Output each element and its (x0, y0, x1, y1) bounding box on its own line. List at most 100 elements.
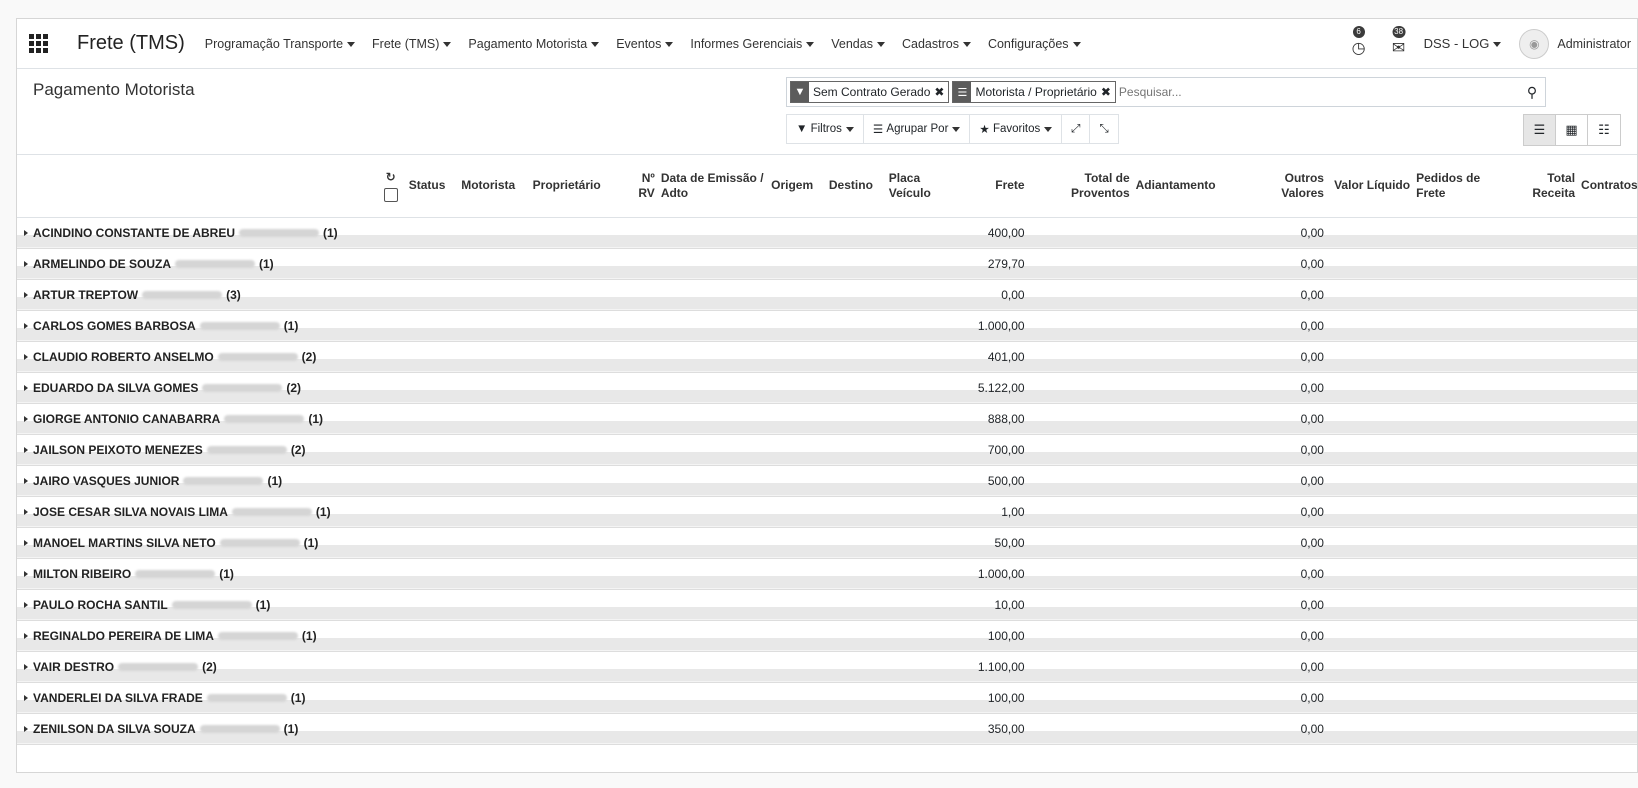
redacted-document (175, 260, 255, 269)
outros-total: 0,00 (1237, 279, 1327, 311)
group-row[interactable]: JAIRO VASQUES JUNIOR (1) 500,00 0,00 (17, 465, 1637, 497)
empty-cell (1132, 620, 1238, 652)
empty-cell (1326, 496, 1414, 528)
menu-item[interactable]: Vendas (831, 37, 885, 51)
group-row[interactable]: MANOEL MARTINS SILVA NETO (1) 50,00 0,00 (17, 527, 1637, 559)
col-status[interactable]: Status (405, 155, 459, 218)
group-count: (2) (286, 380, 302, 395)
groupby-button[interactable]: ☰ Agrupar Por (864, 115, 971, 143)
activity-clock-icon[interactable]: 6 ◷ (1344, 24, 1374, 64)
empty-cell (1027, 465, 1133, 497)
group-row[interactable]: REGINALDO PEREIRA DE LIMA (1) 100,00 0,00 (17, 620, 1637, 652)
group-row[interactable]: JAILSON PEIXOTO MENEZES (2) 700,00 0,00 (17, 434, 1637, 466)
empty-cell (405, 496, 459, 528)
empty-cell (1578, 589, 1637, 621)
user-avatar[interactable]: ◉ (1519, 28, 1550, 59)
apps-menu-icon[interactable] (27, 33, 49, 55)
col-data[interactable]: Data de Emissão / Adto (657, 155, 769, 218)
col-adiantamento[interactable]: Adiantamento (1132, 155, 1238, 218)
select-all-checkbox[interactable] (383, 187, 398, 202)
search-bar[interactable]: ▼ Sem Contrato Gerado ✖ ☰ Motorista / Pr… (786, 77, 1546, 107)
search-input[interactable] (1118, 85, 1522, 99)
menu-item[interactable]: Eventos (616, 37, 674, 51)
company-switcher[interactable]: DSS - LOG (1424, 36, 1502, 51)
group-row[interactable]: GIORGE ANTONIO CANABARRA (1) 888,00 0,00 (17, 403, 1637, 435)
empty-cell (768, 403, 826, 435)
app-title[interactable]: Frete (TMS) (77, 32, 185, 55)
collapse-all-button[interactable]: ⤡ (1090, 115, 1117, 143)
empty-cell (825, 434, 886, 466)
group-row[interactable]: PAULO ROCHA SANTIL (1) 10,00 0,00 (17, 589, 1637, 621)
group-row[interactable]: CARLOS GOMES BARBOSA (1) 1.000,00 0,00 (17, 310, 1637, 342)
col-nrv[interactable]: Nº RV (628, 155, 658, 218)
empty-cell (885, 248, 955, 280)
group-row[interactable]: CLAUDIO ROBERTO ANSELMO (2) 401,00 0,00 (17, 341, 1637, 373)
empty-cell (458, 372, 530, 404)
remove-facet-icon[interactable]: ✖ (1101, 85, 1115, 99)
empty-cell (1132, 465, 1238, 497)
group-count: (1) (315, 504, 331, 519)
empty-cell (885, 465, 955, 497)
group-row[interactable]: VAIR DESTRO (2) 1.100,00 0,00 (17, 651, 1637, 683)
group-header-cell: MILTON RIBEIRO (1) (17, 558, 406, 590)
group-row[interactable]: JOSE CESAR SILVA NOVAIS LIMA (1) 1,00 0,00 (17, 496, 1637, 528)
col-contratos[interactable]: Contratos (1578, 155, 1637, 218)
empty-cell (885, 527, 955, 559)
menu-item[interactable]: Cadastros (902, 37, 971, 51)
frete-total: 279,70 (954, 248, 1028, 280)
user-menu[interactable]: Administrator (1557, 37, 1631, 51)
col-liquido[interactable]: Valor Líquido (1326, 155, 1414, 218)
empty-cell (628, 589, 658, 621)
remove-facet-icon[interactable]: ✖ (934, 85, 948, 99)
menu-item[interactable]: Pagamento Motorista (468, 37, 600, 51)
calendar-view-icon[interactable]: ☷ (1588, 115, 1620, 145)
col-outros[interactable]: Outros Valores (1237, 155, 1327, 218)
empty-cell (529, 310, 629, 342)
frete-total: 500,00 (954, 465, 1028, 497)
col-frete[interactable]: Frete (954, 155, 1028, 218)
col-proventos[interactable]: Total de Proventos (1027, 155, 1133, 218)
filters-button[interactable]: ▼ Filtros (787, 115, 864, 143)
menu-item[interactable]: Configurações (988, 37, 1081, 51)
search-icon[interactable]: ⚲ (1522, 84, 1542, 101)
empty-cell (1132, 248, 1238, 280)
empty-cell (458, 682, 530, 714)
frete-total: 1,00 (954, 496, 1028, 528)
empty-cell (825, 279, 886, 311)
group-row[interactable]: ARMELINDO DE SOUZA (1) 279,70 0,00 (17, 248, 1637, 280)
col-proprietario[interactable]: Proprietário (529, 155, 629, 218)
empty-cell (1326, 434, 1414, 466)
menu-item[interactable]: Frete (TMS) (372, 37, 452, 51)
favorites-button[interactable]: ★ Favoritos (970, 115, 1063, 143)
col-receita[interactable]: Total Receita (1509, 155, 1579, 218)
empty-cell (825, 713, 886, 745)
group-name: ACINDINO CONSTANTE DE ABREU (33, 225, 236, 240)
expand-icon: ⤢ (1071, 122, 1081, 135)
group-row[interactable]: EDUARDO DA SILVA GOMES (2) 5.122,00 0,00 (17, 372, 1637, 404)
col-pedidos[interactable]: Pedidos de Frete (1413, 155, 1510, 218)
group-row[interactable]: ACINDINO CONSTANTE DE ABREU (1) 400,00 0,00 (17, 217, 1637, 249)
empty-cell (1509, 496, 1579, 528)
expand-all-button[interactable]: ⤢ (1062, 115, 1091, 143)
empty-cell (1027, 558, 1133, 590)
empty-cell (768, 465, 826, 497)
col-placa[interactable]: Placa Veículo (885, 155, 955, 218)
col-motorista[interactable]: Motorista (458, 155, 530, 218)
group-row[interactable]: ZENILSON DA SILVA SOUZA (1) 350,00 0,00 (17, 713, 1637, 745)
col-origem[interactable]: Origem (768, 155, 826, 218)
menu-item[interactable]: Informes Gerenciais (690, 37, 815, 51)
refresh-icon[interactable]: ↻ (20, 170, 396, 185)
empty-cell (1578, 341, 1637, 373)
menu-item[interactable]: Programação Transporte (205, 37, 356, 51)
list-view-icon[interactable]: ☰ (1524, 115, 1556, 145)
caret-right-icon (24, 508, 28, 515)
group-row[interactable]: MILTON RIBEIRO (1) 1.000,00 0,00 (17, 558, 1637, 590)
kanban-view-icon[interactable]: ▦ (1556, 115, 1588, 145)
group-row[interactable]: ARTUR TREPTOW (3) 0,00 0,00 (17, 279, 1637, 311)
empty-cell (405, 341, 459, 373)
messages-icon[interactable]: 38 ✉ (1384, 24, 1414, 64)
group-row[interactable]: VANDERLEI DA SILVA FRADE (1) 100,00 0,00 (17, 682, 1637, 714)
empty-cell (1578, 217, 1637, 249)
col-destino[interactable]: Destino (825, 155, 886, 218)
caret-right-icon (24, 446, 28, 453)
